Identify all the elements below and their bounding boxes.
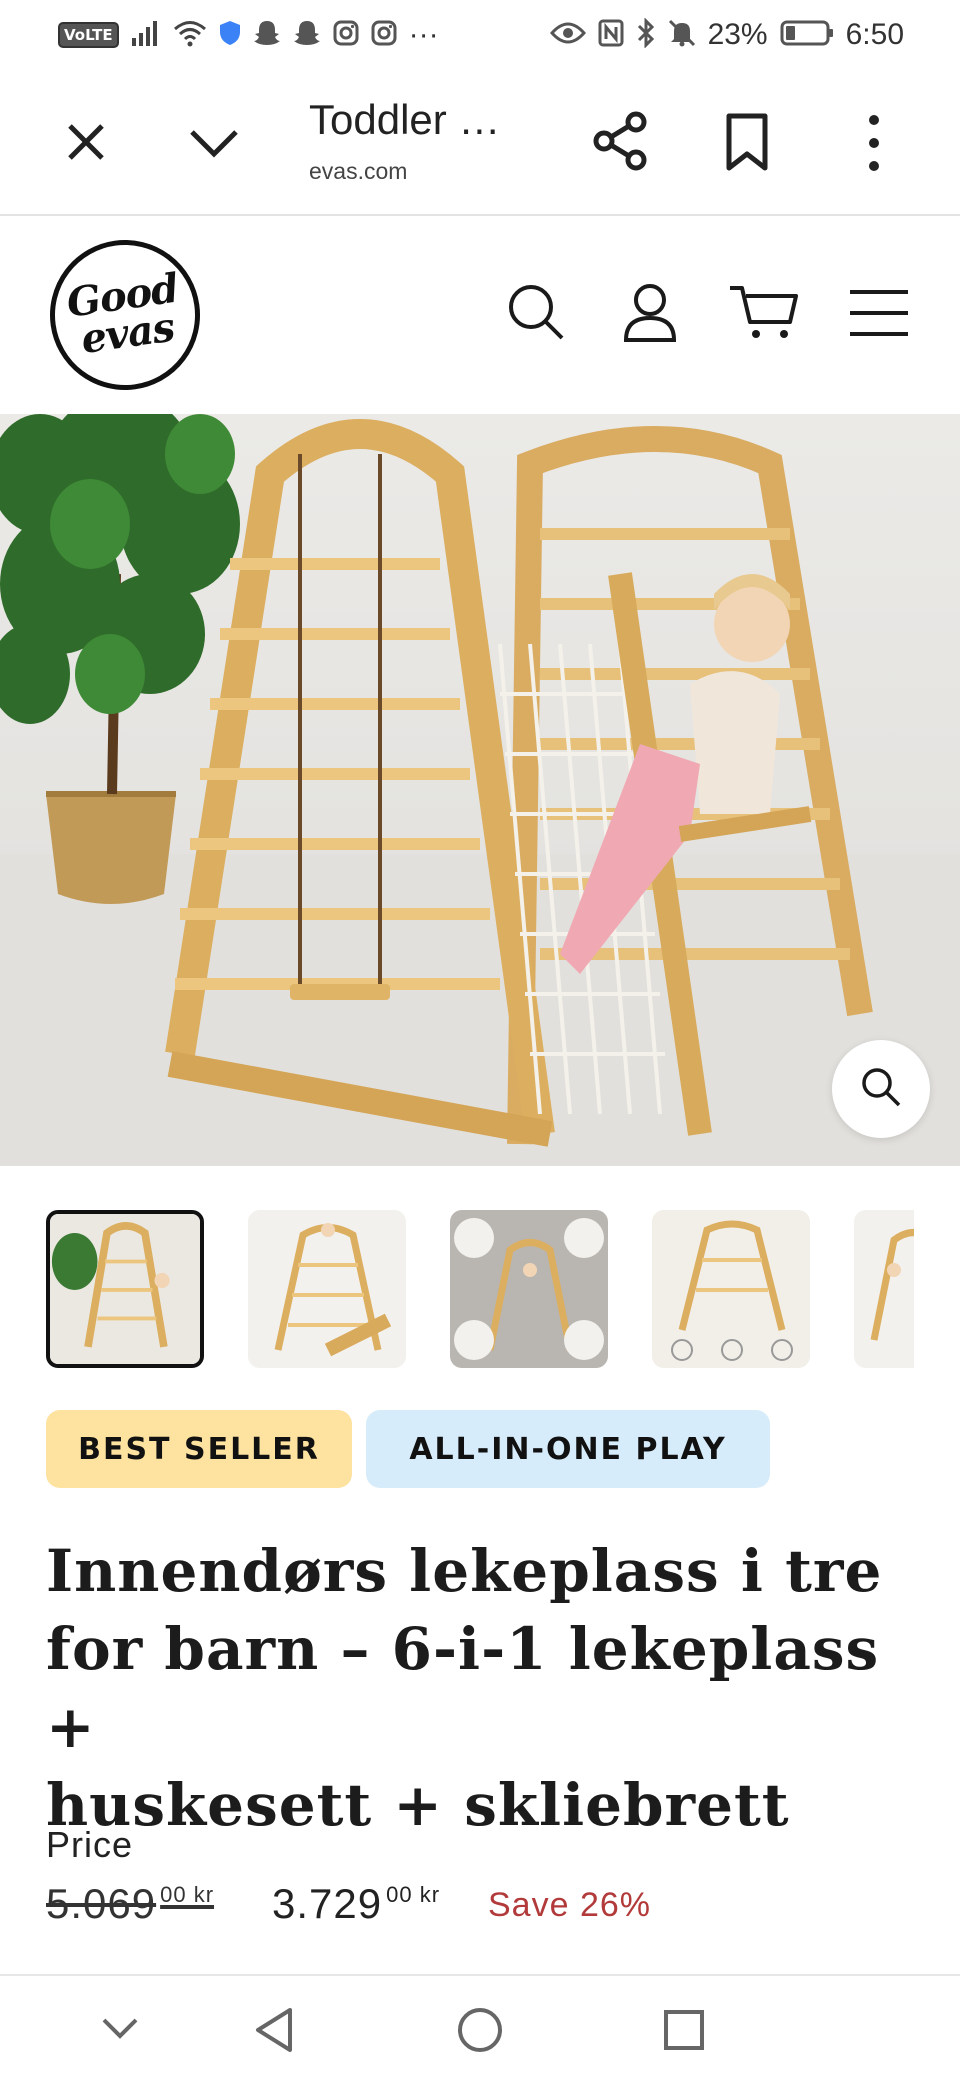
- sale-price-main: 3.729: [272, 1880, 383, 1927]
- product-main-image[interactable]: [0, 414, 960, 1166]
- thumbnail-2-image: [248, 1210, 406, 1368]
- product-title-line-3: huskesett + skliebrett: [46, 1771, 790, 1839]
- sale-price-cents: 00 kr: [386, 1882, 441, 1907]
- close-icon[interactable]: [60, 116, 112, 168]
- nav-down-icon[interactable]: [100, 2016, 140, 2044]
- thumbnail-3[interactable]: [450, 1210, 608, 1368]
- clock: 6:50: [845, 18, 904, 51]
- all-in-one-play-badge: ALL-IN-ONE PLAY: [366, 1410, 770, 1488]
- thumbnail-4[interactable]: [652, 1210, 810, 1368]
- instagram-icon: [371, 20, 397, 51]
- sale-price: 3.729 00 kr: [272, 1880, 440, 1928]
- playground-illustration: [0, 414, 960, 1166]
- bookmark-icon[interactable]: [724, 112, 770, 172]
- bluetooth-icon: [636, 16, 656, 53]
- status-bar: VoLTE ··· 23% 6:50: [0, 0, 960, 70]
- system-nav-bar: [0, 1974, 960, 2080]
- search-icon[interactable]: [506, 282, 566, 342]
- account-icon[interactable]: [622, 282, 678, 342]
- signal-icon: [131, 20, 161, 51]
- page-url[interactable]: evas.com: [309, 158, 407, 185]
- snapchat-icon: [293, 19, 321, 52]
- wifi-icon: [173, 19, 207, 52]
- volte-indicator: VoLTE: [58, 22, 119, 48]
- back-icon[interactable]: [254, 2006, 294, 2058]
- thumbnail-5[interactable]: [854, 1210, 914, 1368]
- thumbnail-4-image: [652, 1210, 810, 1368]
- battery-icon: [780, 19, 834, 52]
- savings-label: Save 26%: [488, 1886, 651, 1924]
- shield-icon: [219, 20, 241, 51]
- thumbnail-2[interactable]: [248, 1210, 406, 1368]
- status-bar-left: VoLTE ···: [58, 18, 439, 52]
- logo-text-evas: evas: [78, 303, 177, 364]
- eye-icon: [549, 21, 586, 50]
- nfc-icon: [598, 19, 624, 52]
- zoom-button[interactable]: [832, 1040, 930, 1138]
- goodevas-logo[interactable]: Good evas: [40, 230, 210, 400]
- product-title-line-2: for barn – 6-i-1 lekeplass +: [46, 1615, 880, 1761]
- chevron-down-icon[interactable]: [186, 120, 242, 166]
- site-header: Good evas: [0, 218, 960, 414]
- battery-percent: 23%: [707, 18, 768, 51]
- original-price-main: 5.069: [46, 1880, 157, 1927]
- recents-icon[interactable]: [662, 2008, 706, 2056]
- share-icon[interactable]: [590, 110, 650, 172]
- mute-icon: [668, 19, 696, 52]
- more-vertical-icon[interactable]: [864, 112, 884, 174]
- thumbnail-5-image: [854, 1210, 914, 1368]
- instagram-icon: [333, 20, 359, 51]
- original-price: 5.069 00 kr: [46, 1880, 214, 1928]
- zoom-search-icon: [859, 1065, 903, 1113]
- cart-icon[interactable]: [728, 282, 800, 344]
- home-icon[interactable]: [456, 2006, 504, 2058]
- hamburger-menu-icon[interactable]: [848, 288, 910, 338]
- product-title-line-1: Innendørs lekeplass i tre: [46, 1537, 883, 1605]
- thumbnail-3-image: [450, 1210, 608, 1368]
- thumbnail-strip: [46, 1210, 914, 1370]
- original-price-cents: 00 kr: [160, 1882, 215, 1907]
- thumbnail-1[interactable]: [46, 1210, 204, 1368]
- best-seller-badge: BEST SELLER: [46, 1410, 352, 1488]
- more-notifications: ···: [408, 18, 439, 51]
- thumbnail-1-image: [50, 1214, 200, 1364]
- product-title: Innendørs lekeplass i tre for barn – 6-i…: [46, 1532, 926, 1844]
- price-label: Price: [46, 1824, 134, 1865]
- price-row: 5.069 00 kr 3.729 00 kr Save 26%: [46, 1880, 926, 1940]
- tab-title[interactable]: Toddler …: [309, 96, 500, 144]
- status-bar-right: 23% 6:50: [549, 16, 904, 53]
- browser-toolbar: Toddler … evas.com: [0, 70, 960, 216]
- snapchat-icon: [253, 19, 281, 52]
